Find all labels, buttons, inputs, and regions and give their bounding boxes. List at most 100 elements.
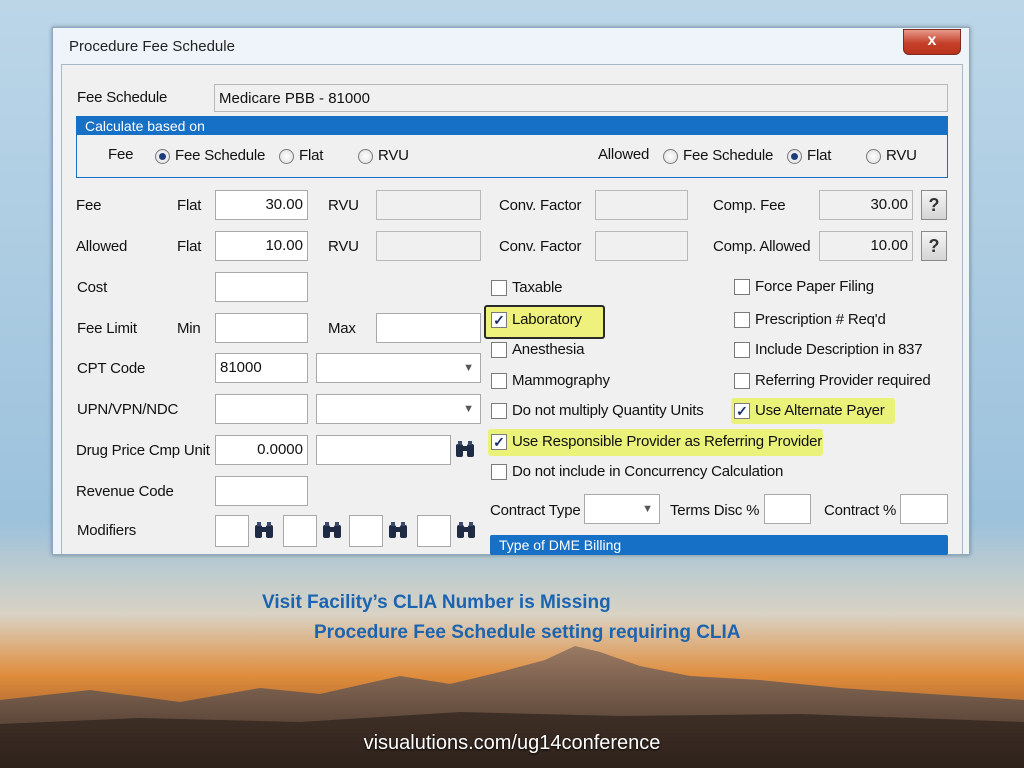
fee-radio-fee-schedule[interactable]	[155, 149, 170, 164]
fee-schedule-label: Fee Schedule	[77, 89, 168, 106]
binoculars-icon[interactable]	[322, 522, 342, 540]
include-description-label: Include Description in 837	[755, 341, 923, 358]
terms-disc-label: Terms Disc %	[670, 502, 760, 519]
comp-allowed-label: Comp. Allowed	[713, 238, 811, 255]
modifiers-label: Modifiers	[77, 522, 137, 539]
allowed-conv-factor-field[interactable]	[595, 231, 688, 261]
allowed-rvu-field[interactable]	[376, 231, 481, 261]
no-multiply-quantity-checkbox[interactable]	[491, 403, 507, 419]
fee-radio-flat-label: Flat	[299, 147, 324, 164]
fee-radio-rvu-label: RVU	[378, 147, 409, 164]
cpt-code-dropdown[interactable]	[316, 353, 481, 383]
modifier-4-input[interactable]	[417, 515, 451, 547]
responsible-provider-label: Use Responsible Provider as Referring Pr…	[512, 433, 823, 450]
modifier-2-input[interactable]	[283, 515, 317, 547]
no-concurrency-checkbox[interactable]	[491, 464, 507, 480]
contract-type-dropdown[interactable]	[584, 494, 660, 524]
allowed-radio-flat-label: Flat	[807, 147, 832, 164]
prescription-required-label: Prescription # Req'd	[755, 311, 886, 328]
modifier-1-input[interactable]	[215, 515, 249, 547]
contract-type-label: Contract Type	[490, 502, 581, 519]
revenue-code-label: Revenue Code	[76, 483, 174, 500]
mammography-checkbox[interactable]	[491, 373, 507, 389]
fee-radio-flat[interactable]	[279, 149, 294, 164]
binoculars-icon[interactable]	[388, 522, 408, 540]
upn-label: UPN/VPN/NDC	[77, 401, 179, 418]
fee-limit-min-label: Min	[177, 320, 201, 337]
allowed-radio-fee-schedule-label: Fee Schedule	[683, 147, 774, 164]
dme-billing-header: Type of DME Billing	[490, 535, 948, 555]
cpt-code-input[interactable]: 81000	[215, 353, 308, 383]
no-concurrency-label: Do not include in Concurrency Calculatio…	[512, 463, 784, 480]
caption-line-2: Procedure Fee Schedule setting requiring…	[314, 622, 741, 643]
footer-url: visualutions.com/ug14conference	[363, 732, 661, 754]
prescription-required-checkbox[interactable]	[734, 312, 750, 328]
cost-label: Cost	[77, 279, 108, 296]
allowed-radio-fee-schedule[interactable]	[663, 149, 678, 164]
allowed-input[interactable]: 10.00	[215, 231, 308, 261]
alternate-payer-label: Use Alternate Payer	[755, 402, 885, 419]
upn-input[interactable]	[215, 394, 308, 424]
fee-conv-factor-label: Conv. Factor	[499, 197, 582, 214]
comp-fee-help-button[interactable]: ?	[921, 190, 947, 220]
contract-pct-input[interactable]	[900, 494, 948, 524]
anesthesia-checkbox[interactable]	[491, 342, 507, 358]
fee-radio-fee-schedule-label: Fee Schedule	[175, 147, 266, 164]
comp-fee-field[interactable]: 30.00	[819, 190, 913, 220]
caption-line-1: Visit Facility’s CLIA Number is Missing	[262, 592, 611, 613]
fee-radio-rvu[interactable]	[358, 149, 373, 164]
allowed-radio-rvu[interactable]	[866, 149, 881, 164]
laboratory-checkbox[interactable]: ✓	[491, 312, 507, 328]
calculate-group-header: Calculate based on	[77, 117, 947, 135]
fee-limit-max-input[interactable]	[376, 313, 481, 343]
calc-allowed-label: Allowed	[598, 146, 650, 163]
fee-limit-min-input[interactable]	[215, 313, 308, 343]
window-title: Procedure Fee Schedule	[69, 38, 235, 55]
mammography-label: Mammography	[512, 372, 610, 389]
contract-pct-label: Contract %	[824, 502, 897, 519]
fee-limit-max-label: Max	[328, 320, 356, 337]
comp-fee-label: Comp. Fee	[713, 197, 786, 214]
fee-limit-label: Fee Limit	[77, 320, 137, 337]
referring-provider-required-label: Referring Provider required	[755, 372, 931, 389]
fee-label: Fee	[76, 197, 102, 214]
drug-price-input[interactable]: 0.0000	[215, 435, 308, 465]
force-paper-filing-label: Force Paper Filing	[755, 278, 874, 295]
binoculars-icon[interactable]	[456, 522, 476, 540]
cost-input[interactable]	[215, 272, 308, 302]
taxable-label: Taxable	[512, 279, 563, 296]
no-multiply-quantity-label: Do not multiply Quantity Units	[512, 402, 704, 419]
close-button[interactable]: x	[903, 29, 961, 55]
allowed-mode-label: Flat	[177, 238, 202, 255]
laboratory-label: Laboratory	[512, 311, 582, 328]
fee-input[interactable]: 30.00	[215, 190, 308, 220]
allowed-radio-rvu-label: RVU	[886, 147, 917, 164]
fee-mode-label: Flat	[177, 197, 202, 214]
drug-price-label: Drug Price Cmp Unit	[76, 442, 210, 459]
allowed-label: Allowed	[76, 238, 128, 255]
referring-provider-required-checkbox[interactable]	[734, 373, 750, 389]
terms-disc-input[interactable]	[764, 494, 811, 524]
allowed-radio-flat[interactable]	[787, 149, 802, 164]
anesthesia-label: Anesthesia	[512, 341, 585, 358]
drug-lookup-field[interactable]	[316, 435, 451, 465]
fee-schedule-field[interactable]: Medicare PBB - 81000	[214, 84, 948, 112]
include-description-checkbox[interactable]	[734, 342, 750, 358]
allowed-conv-factor-label: Conv. Factor	[499, 238, 582, 255]
fee-rvu-label: RVU	[328, 197, 359, 214]
cpt-code-label: CPT Code	[77, 360, 146, 377]
comp-allowed-help-button[interactable]: ?	[921, 231, 947, 261]
fee-conv-factor-field[interactable]	[595, 190, 688, 220]
upn-dropdown[interactable]	[316, 394, 481, 424]
fee-rvu-field[interactable]	[376, 190, 481, 220]
binoculars-icon[interactable]	[254, 522, 274, 540]
binoculars-icon[interactable]	[455, 441, 475, 459]
force-paper-filing-checkbox[interactable]	[734, 279, 750, 295]
alternate-payer-checkbox[interactable]: ✓	[734, 403, 750, 419]
revenue-code-input[interactable]	[215, 476, 308, 506]
calc-fee-label: Fee	[108, 146, 134, 163]
responsible-provider-checkbox[interactable]: ✓	[491, 434, 507, 450]
modifier-3-input[interactable]	[349, 515, 383, 547]
comp-allowed-field[interactable]: 10.00	[819, 231, 913, 261]
taxable-checkbox[interactable]	[491, 280, 507, 296]
